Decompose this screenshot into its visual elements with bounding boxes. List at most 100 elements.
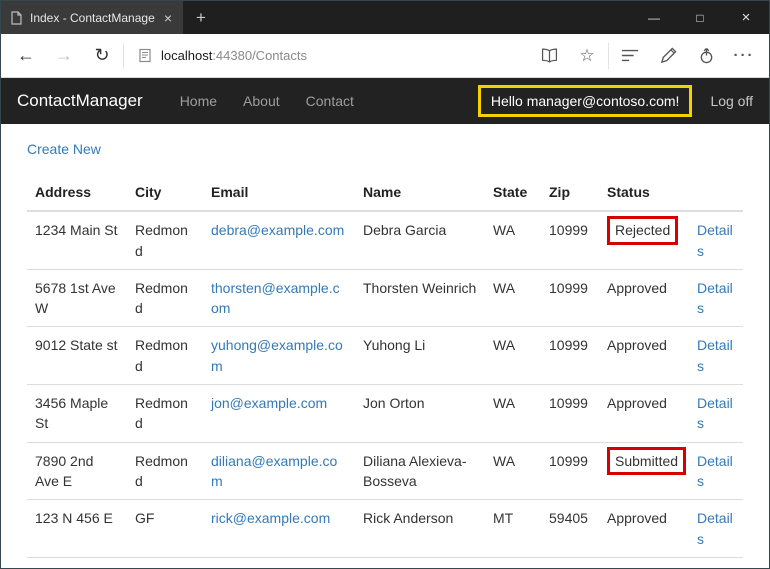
cell-zip: 10999: [541, 211, 599, 269]
cell-email: debra@example.com: [203, 211, 355, 269]
table-header-row: Address City Email Name State Zip Status: [27, 174, 743, 211]
cell-address: 7890 2nd Ave E: [27, 442, 127, 500]
hub-icon[interactable]: [611, 48, 649, 63]
cell-city: Redmond: [127, 385, 203, 443]
cell-email: rick@example.com: [203, 500, 355, 558]
cell-city: Redmond: [127, 442, 203, 500]
user-greeting-link[interactable]: Hello manager@contoso.com!: [478, 85, 693, 117]
cell-state: MT: [485, 500, 541, 558]
nav-link-contact[interactable]: Contact: [293, 93, 367, 109]
share-icon[interactable]: [687, 47, 725, 64]
header-zip: Zip: [541, 174, 599, 211]
page-content: Create New Address City Email Name State…: [1, 124, 769, 568]
log-off-link[interactable]: Log off: [706, 93, 753, 109]
status-value: Submitted: [607, 447, 686, 475]
cell-name: Jon Orton: [355, 385, 485, 443]
table-row: 123 N 456 E GF rick@example.com Rick And…: [27, 500, 743, 558]
nav-link-home[interactable]: Home: [167, 93, 230, 109]
table-row: 5678 1st Ave W Redmond thorsten@example.…: [27, 269, 743, 327]
toolbar-divider: [123, 43, 124, 69]
email-link[interactable]: jon@example.com: [211, 395, 327, 411]
cell-zip: 10999: [541, 385, 599, 443]
status-value: Approved: [607, 508, 667, 528]
status-value: Approved: [607, 278, 667, 298]
header-details: [689, 174, 743, 211]
header-state: State: [485, 174, 541, 211]
cell-status: Rejected: [599, 211, 689, 269]
status-value: Rejected: [607, 216, 678, 244]
tab-close-icon[interactable]: ×: [162, 10, 174, 26]
cell-status: Approved: [599, 500, 689, 558]
address-bar[interactable]: localhost:44380/Contacts: [126, 48, 530, 63]
nav-link-about[interactable]: About: [230, 93, 293, 109]
email-link[interactable]: yuhong@example.com: [211, 337, 343, 373]
header-address: Address: [27, 174, 127, 211]
cell-status: Approved: [599, 385, 689, 443]
status-value: Approved: [607, 335, 667, 355]
cell-state: WA: [485, 442, 541, 500]
details-link[interactable]: Details: [697, 222, 733, 258]
page-icon: [138, 48, 152, 63]
back-button[interactable]: ←: [7, 45, 45, 66]
cell-name: Diliana Alexieva-Bosseva: [355, 442, 485, 500]
tab-title: Index - ContactManage: [30, 11, 155, 25]
brand-link[interactable]: ContactManager: [17, 91, 143, 111]
cell-details: Details: [689, 442, 743, 500]
cell-details: Details: [689, 327, 743, 385]
cell-city: Redmond: [127, 269, 203, 327]
email-link[interactable]: diliana@example.com: [211, 453, 337, 489]
refresh-button[interactable]: ↻: [83, 45, 121, 66]
details-link[interactable]: Details: [697, 337, 733, 373]
cell-zip: 10999: [541, 269, 599, 327]
cell-name: Debra Garcia: [355, 211, 485, 269]
more-actions-icon[interactable]: ···: [725, 47, 763, 64]
cell-city: Redmond: [127, 211, 203, 269]
favorites-star-icon[interactable]: ☆: [568, 46, 606, 66]
table-row: 1234 Main St Redmond debra@example.com D…: [27, 211, 743, 269]
table-row: 9012 State st Redmond yuhong@example.com…: [27, 327, 743, 385]
details-link[interactable]: Details: [697, 453, 733, 489]
site-navbar: ContactManager Home About Contact Hello …: [1, 78, 769, 124]
cell-address: 1234 Main St: [27, 211, 127, 269]
cell-status: Approved: [599, 269, 689, 327]
cell-city: Redmond: [127, 327, 203, 385]
minimize-button[interactable]: —: [631, 1, 677, 34]
email-link[interactable]: debra@example.com: [211, 222, 344, 238]
cell-city: GF: [127, 500, 203, 558]
cell-address: 3456 Maple St: [27, 385, 127, 443]
cell-state: WA: [485, 385, 541, 443]
reading-view-icon[interactable]: [530, 48, 568, 64]
cell-status: Approved: [599, 327, 689, 385]
cell-details: Details: [689, 385, 743, 443]
cell-details: Details: [689, 500, 743, 558]
details-link[interactable]: Details: [697, 510, 733, 546]
cell-name: Thorsten Weinrich: [355, 269, 485, 327]
details-link[interactable]: Details: [697, 280, 733, 316]
cell-state: WA: [485, 327, 541, 385]
new-tab-button[interactable]: +: [183, 1, 219, 34]
cell-address: 123 N 456 E: [27, 500, 127, 558]
cell-zip: 10999: [541, 327, 599, 385]
titlebar-drag-area: [219, 1, 631, 34]
header-city: City: [127, 174, 203, 211]
web-note-pen-icon[interactable]: [649, 47, 687, 64]
cell-details: Details: [689, 211, 743, 269]
cell-address: 5678 1st Ave W: [27, 269, 127, 327]
email-link[interactable]: thorsten@example.com: [211, 280, 340, 316]
cell-state: WA: [485, 211, 541, 269]
cell-address: 9012 State st: [27, 327, 127, 385]
cell-name: Yuhong Li: [355, 327, 485, 385]
table-row: 3456 Maple St Redmond jon@example.com Jo…: [27, 385, 743, 443]
email-link[interactable]: rick@example.com: [211, 510, 330, 526]
window-close-button[interactable]: ×: [723, 1, 769, 34]
browser-tab[interactable]: Index - ContactManage ×: [1, 1, 183, 34]
details-link[interactable]: Details: [697, 395, 733, 431]
cell-email: diliana@example.com: [203, 442, 355, 500]
header-status: Status: [599, 174, 689, 211]
maximize-button[interactable]: □: [677, 1, 723, 34]
cell-zip: 59405: [541, 500, 599, 558]
cell-email: jon@example.com: [203, 385, 355, 443]
cell-details: Details: [689, 269, 743, 327]
create-new-link[interactable]: Create New: [27, 141, 101, 157]
table-row: 7890 2nd Ave E Redmond diliana@example.c…: [27, 442, 743, 500]
